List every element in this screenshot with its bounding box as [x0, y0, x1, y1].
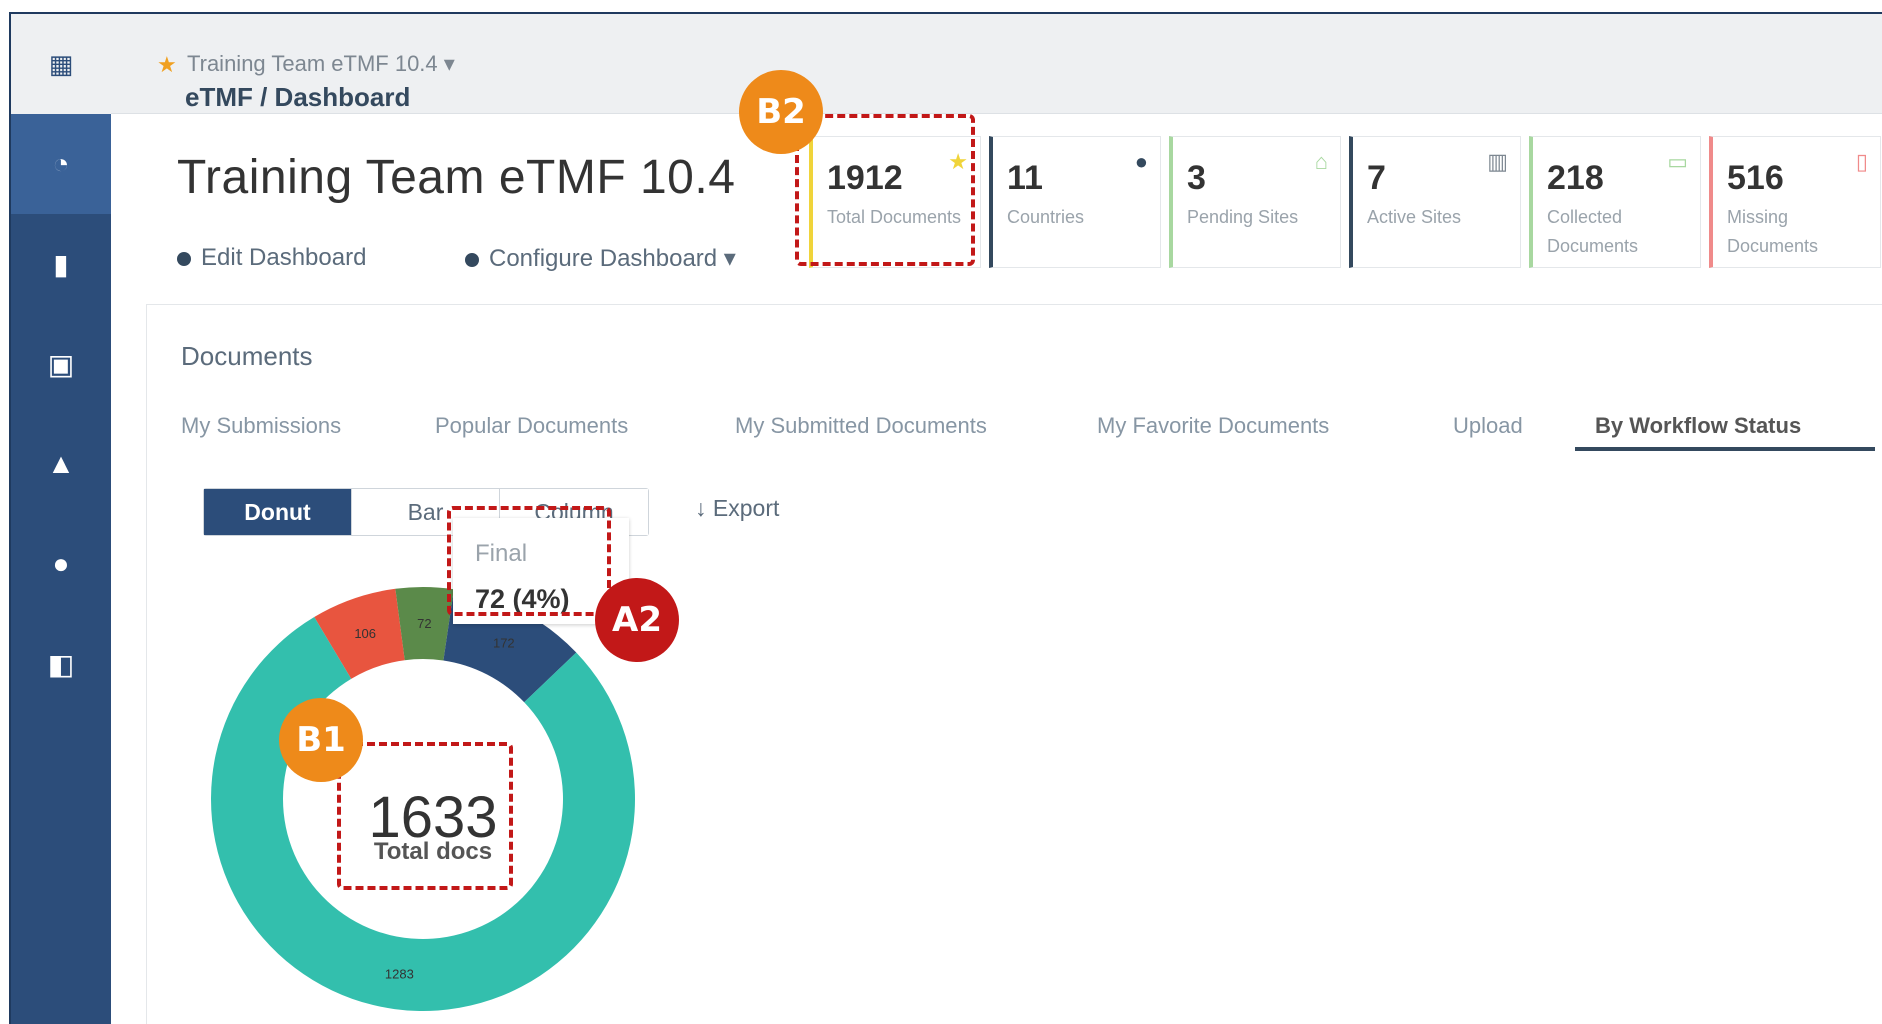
favorite-star-icon[interactable]: ★ [157, 52, 177, 78]
tab-by-workflow-status[interactable]: By Workflow Status [1595, 413, 1801, 439]
gear-icon [177, 251, 191, 266]
inbox-icon: ▭ [1667, 149, 1688, 174]
export-button[interactable]: ↓ Export [695, 495, 779, 522]
stat-value: 7 [1367, 159, 1386, 197]
tab-my-favorite-documents[interactable]: My Favorite Documents [1097, 413, 1329, 439]
tab-popular-documents[interactable]: Popular Documents [435, 413, 628, 439]
stat-card-pending-sites[interactable]: 3 Pending Sites ⌂ [1169, 136, 1341, 268]
stat-card-countries[interactable]: 11 Countries ● [989, 136, 1161, 268]
stat-label: Collected Documents [1547, 207, 1639, 256]
annotation-box-b1 [337, 742, 513, 890]
annotation-box-b2 [795, 114, 975, 266]
stat-label: Countries [1007, 207, 1085, 227]
sidebar-item-sites[interactable]: ▣ [11, 314, 111, 414]
active-tab-indicator [1575, 447, 1875, 451]
tab-upload[interactable]: Upload [1453, 413, 1523, 439]
stat-value: 218 [1547, 159, 1604, 197]
lab-flask-icon: ▲ [47, 448, 75, 479]
dashboard-icon: ◔ [52, 148, 70, 179]
gear-icon [465, 252, 479, 267]
stat-label: Missing Documents [1727, 207, 1819, 256]
sidebar-item-users[interactable]: ● [11, 514, 111, 614]
globe-icon: ● [1134, 149, 1148, 174]
stat-value: 3 [1187, 159, 1206, 197]
annotation-badge-a2: A2 [595, 578, 679, 662]
stat-card-collected-documents[interactable]: 218 Collected Documents ▭ [1529, 136, 1701, 268]
apps-grid-icon[interactable]: ▦ [11, 14, 111, 114]
stat-card-missing-documents[interactable]: 516 Missing Documents ▯ [1709, 136, 1881, 268]
donut-button[interactable]: Donut [204, 489, 352, 535]
page-title: Training Team eTMF 10.4 [177, 151, 736, 204]
annotation-badge-b2: B2 [739, 70, 823, 154]
documents-panel: Documents My Submissions Popular Documen… [146, 304, 1882, 1024]
copy-icon: ◧ [47, 648, 75, 680]
sidebar-item-documents[interactable]: ▮ [11, 214, 111, 314]
tab-my-submissions[interactable]: My Submissions [181, 413, 341, 439]
stat-value: 516 [1727, 159, 1784, 197]
study-name-label: Training Team eTMF 10.4 [187, 51, 438, 76]
document-icon: ▮ [53, 248, 69, 280]
file-icon: ▯ [1855, 149, 1868, 174]
user-icon: ● [52, 548, 70, 579]
breadcrumb[interactable]: eTMF / Dashboard [185, 82, 410, 113]
configure-dashboard-label: Configure Dashboard ▾ [489, 245, 736, 272]
stat-value: 11 [1007, 159, 1043, 197]
stat-label: Active Sites [1367, 207, 1462, 227]
sidebar-item-dashboard[interactable]: ◔ [11, 114, 111, 214]
stat-card-active-sites[interactable]: 7 Active Sites ▥ [1349, 136, 1521, 268]
tab-my-submitted-documents[interactable]: My Submitted Documents [735, 413, 987, 439]
study-selector[interactable]: Training Team eTMF 10.4 ▾ [187, 51, 455, 77]
stat-label: Pending Sites [1187, 207, 1299, 227]
edit-dashboard-link[interactable]: Edit Dashboard [177, 244, 366, 272]
panel-title: Documents [181, 341, 313, 371]
sidebar: ▦ ◔ ▮ ▣ ▲ ● ◧ [11, 14, 111, 1024]
app-window: ▦ ◔ ▮ ▣ ▲ ● ◧ ★ Training Team eTMF 10.4 … [9, 12, 1882, 1024]
annotation-box-a2 [447, 506, 611, 616]
site-icon: ▣ [47, 348, 75, 380]
export-label: Export [712, 495, 780, 521]
edit-dashboard-label: Edit Dashboard [201, 244, 367, 271]
home-icon: ⌂ [1314, 149, 1328, 174]
building-icon: ▥ [1487, 149, 1508, 174]
annotation-badge-b1: B1 [279, 698, 363, 782]
configure-dashboard-link[interactable]: Configure Dashboard ▾ [465, 244, 736, 273]
sidebar-item-lab[interactable]: ▲ [11, 414, 111, 514]
sidebar-item-copy[interactable]: ◧ [11, 614, 111, 714]
download-arrow-icon: ↓ [695, 495, 707, 521]
